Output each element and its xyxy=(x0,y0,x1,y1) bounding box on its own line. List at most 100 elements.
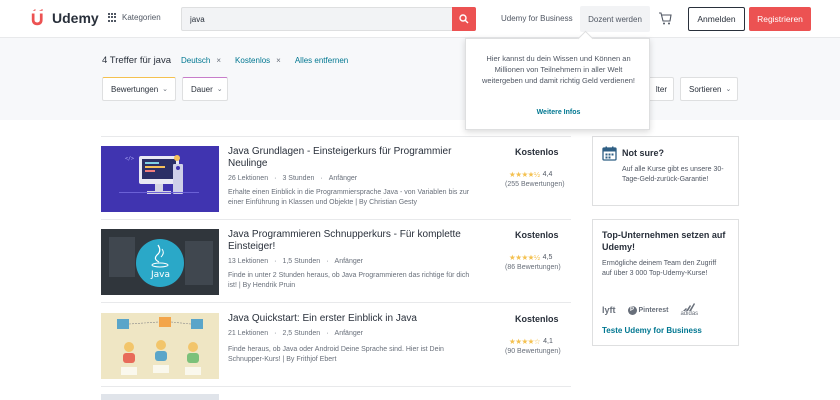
chevron-down-icon: ⌄ xyxy=(725,86,732,93)
rating-value: 4,5 xyxy=(542,254,553,261)
course-card[interactable]: </> Java Grundlagen - Einsteigerkurs für… xyxy=(101,146,571,216)
popover-text: Hier kannst du dein Wissen und Können an… xyxy=(481,54,635,85)
business-promo-text: Ermögliche deinem Team den Zugriff auf ü… xyxy=(602,260,717,277)
pinterest-icon: P xyxy=(627,305,637,315)
rating-filter-label: Bewertungen xyxy=(111,84,159,94)
meta-bullet: · xyxy=(326,330,329,337)
course-description: Finde heraus, ob Java oder Android Deine… xyxy=(228,346,444,363)
remove-chip-icon[interactable]: × xyxy=(216,56,221,65)
course-title[interactable]: Java Quickstart: Ein erster Einblick in … xyxy=(228,313,478,325)
review-count: (255 Bewertungen) xyxy=(505,181,565,188)
search-icon xyxy=(459,14,469,24)
course-rating: ★★★★½ 4,4 xyxy=(509,170,552,179)
search-bar xyxy=(181,7,476,31)
rating-value: 4,4 xyxy=(542,171,553,178)
filter-chip-language[interactable]: Deutsch xyxy=(181,56,210,65)
java-logo-illustration: Java xyxy=(101,229,219,295)
pinterest-logo: P Pinterest xyxy=(627,305,669,315)
logo-text: Udemy xyxy=(52,10,99,26)
remove-chip-icon[interactable]: × xyxy=(276,56,281,65)
lyft-logo: lyft xyxy=(602,305,616,315)
divider xyxy=(101,136,571,137)
filter-area: 4 Treffer für java Deutsch × Kostenlos ×… xyxy=(0,38,840,120)
login-button[interactable]: Anmelden xyxy=(688,7,745,31)
cart-icon[interactable] xyxy=(658,12,672,25)
udemy-logo-icon xyxy=(31,9,43,26)
try-business-link[interactable]: Teste Udemy for Business xyxy=(602,326,702,335)
course-thumbnail[interactable]: Java xyxy=(101,229,219,295)
course-card[interactable]: Java Quickstart: Ein erster Einblick in … xyxy=(101,313,571,383)
udemy-logo[interactable]: Udemy xyxy=(30,9,99,27)
meta-bullet: · xyxy=(326,258,329,265)
svg-text:Java: Java xyxy=(150,270,170,280)
course-rating: ★★★★½ 4,5 xyxy=(509,253,552,262)
adidas-logo-text: adidas xyxy=(680,311,699,317)
business-promo-box: Top-Unternehmen setzen auf Udemy! Ermögl… xyxy=(592,219,739,346)
star-rating-icon: ★★★★☆ xyxy=(509,337,541,346)
adidas-stripes-icon xyxy=(683,303,696,311)
divider xyxy=(101,386,571,387)
course-title[interactable]: Java Grundlagen - Einsteigerkurs für Pro… xyxy=(228,146,478,170)
lecture-count: 13 Lektionen xyxy=(228,258,269,265)
rating-filter-dropdown[interactable]: Bewertungen ⌄ xyxy=(102,77,176,101)
meta-bullet: · xyxy=(274,258,277,265)
clear-all-filters-link[interactable]: Alles entfernen xyxy=(295,56,348,65)
results-line: 4 Treffer für java Deutsch × Kostenlos ×… xyxy=(102,55,348,66)
course-price: Kostenlos xyxy=(515,230,559,240)
course-thumbnail[interactable]: </> xyxy=(101,146,219,212)
signup-button[interactable]: Registrieren xyxy=(749,7,811,31)
course-card[interactable]: Java Java Programmieren Schnupperkurs - … xyxy=(101,229,571,299)
meta-bullet: · xyxy=(320,175,323,182)
course-price: Kostenlos xyxy=(515,314,559,324)
filter-chip-price[interactable]: Kostenlos xyxy=(235,56,270,65)
teach-popover: Hier kannst du dein Wissen und Können an… xyxy=(465,38,650,130)
course-description: Erhalte einen Einblick in die Programmie… xyxy=(228,189,470,206)
results-count: 4 Treffer für java xyxy=(102,55,171,66)
course-duration: 3 Stunden xyxy=(282,175,315,182)
divider xyxy=(101,302,571,303)
not-sure-title: Not sure? xyxy=(622,148,665,158)
course-level: Anfänger xyxy=(328,175,358,182)
adidas-logo: adidas xyxy=(680,303,698,317)
lecture-count: 21 Lektionen xyxy=(228,330,269,337)
svg-text:</>: </> xyxy=(125,156,134,162)
search-input[interactable] xyxy=(182,8,442,30)
course-meta: 13 Lektionen · 1,5 Stunden · Anfänger xyxy=(228,258,363,265)
teach-button[interactable]: Dozent werden xyxy=(580,6,650,32)
computer-illustration: </> xyxy=(101,146,219,212)
next-course-thumbnail[interactable] xyxy=(101,394,219,400)
review-count: (86 Bewertungen) xyxy=(505,264,561,271)
course-description: Finde in unter 2 Stunden heraus, ob Java… xyxy=(228,272,470,289)
course-title[interactable]: Java Programmieren Schnupperkurs - Für k… xyxy=(228,229,478,253)
top-header: Udemy Kategorien Udemy for Business Doze… xyxy=(0,0,840,38)
course-duration: 2,5 Stunden xyxy=(282,330,321,337)
categories-label: Kategorien xyxy=(122,13,161,22)
sort-label: Sortieren xyxy=(689,84,722,94)
udemy-for-business-link[interactable]: Udemy for Business xyxy=(501,14,573,23)
pinterest-logo-text: Pinterest xyxy=(638,306,669,314)
course-level: Anfänger xyxy=(334,258,363,265)
course-thumbnail[interactable] xyxy=(101,313,219,379)
course-meta: 21 Lektionen · 2,5 Stunden · Anfänger xyxy=(228,330,363,337)
review-count: (90 Bewertungen) xyxy=(505,348,561,355)
divider xyxy=(101,219,571,220)
star-rating-icon: ★★★★½ xyxy=(509,253,540,262)
duration-filter-dropdown[interactable]: Dauer ⌄ xyxy=(182,77,228,101)
categories-menu[interactable]: Kategorien xyxy=(108,13,161,22)
popover-more-info-link[interactable]: Weitere Infos xyxy=(466,109,651,116)
lecture-count: 26 Lektionen xyxy=(228,175,269,182)
course-price: Kostenlos xyxy=(515,147,559,157)
meta-bullet: · xyxy=(274,330,277,337)
not-sure-text: Auf alle Kurse gibt es unsere 30-Tage-Ge… xyxy=(622,166,724,183)
chevron-down-icon: ⌄ xyxy=(216,86,223,93)
course-meta: 26 Lektionen · 3 Stunden · Anfänger xyxy=(228,175,357,182)
not-sure-box: Not sure? Auf alle Kurse gibt es unsere … xyxy=(592,136,739,206)
people-illustration xyxy=(101,313,219,379)
business-promo-title: Top-Unternehmen setzen auf Udemy! xyxy=(602,230,726,252)
course-duration: 1,5 Stunden xyxy=(282,258,321,265)
sort-dropdown[interactable]: Sortieren ⌄ xyxy=(680,77,738,101)
course-level: Anfänger xyxy=(334,330,363,337)
search-button[interactable] xyxy=(452,7,476,31)
grid-icon xyxy=(108,13,117,22)
filter-label: lter xyxy=(655,84,667,94)
